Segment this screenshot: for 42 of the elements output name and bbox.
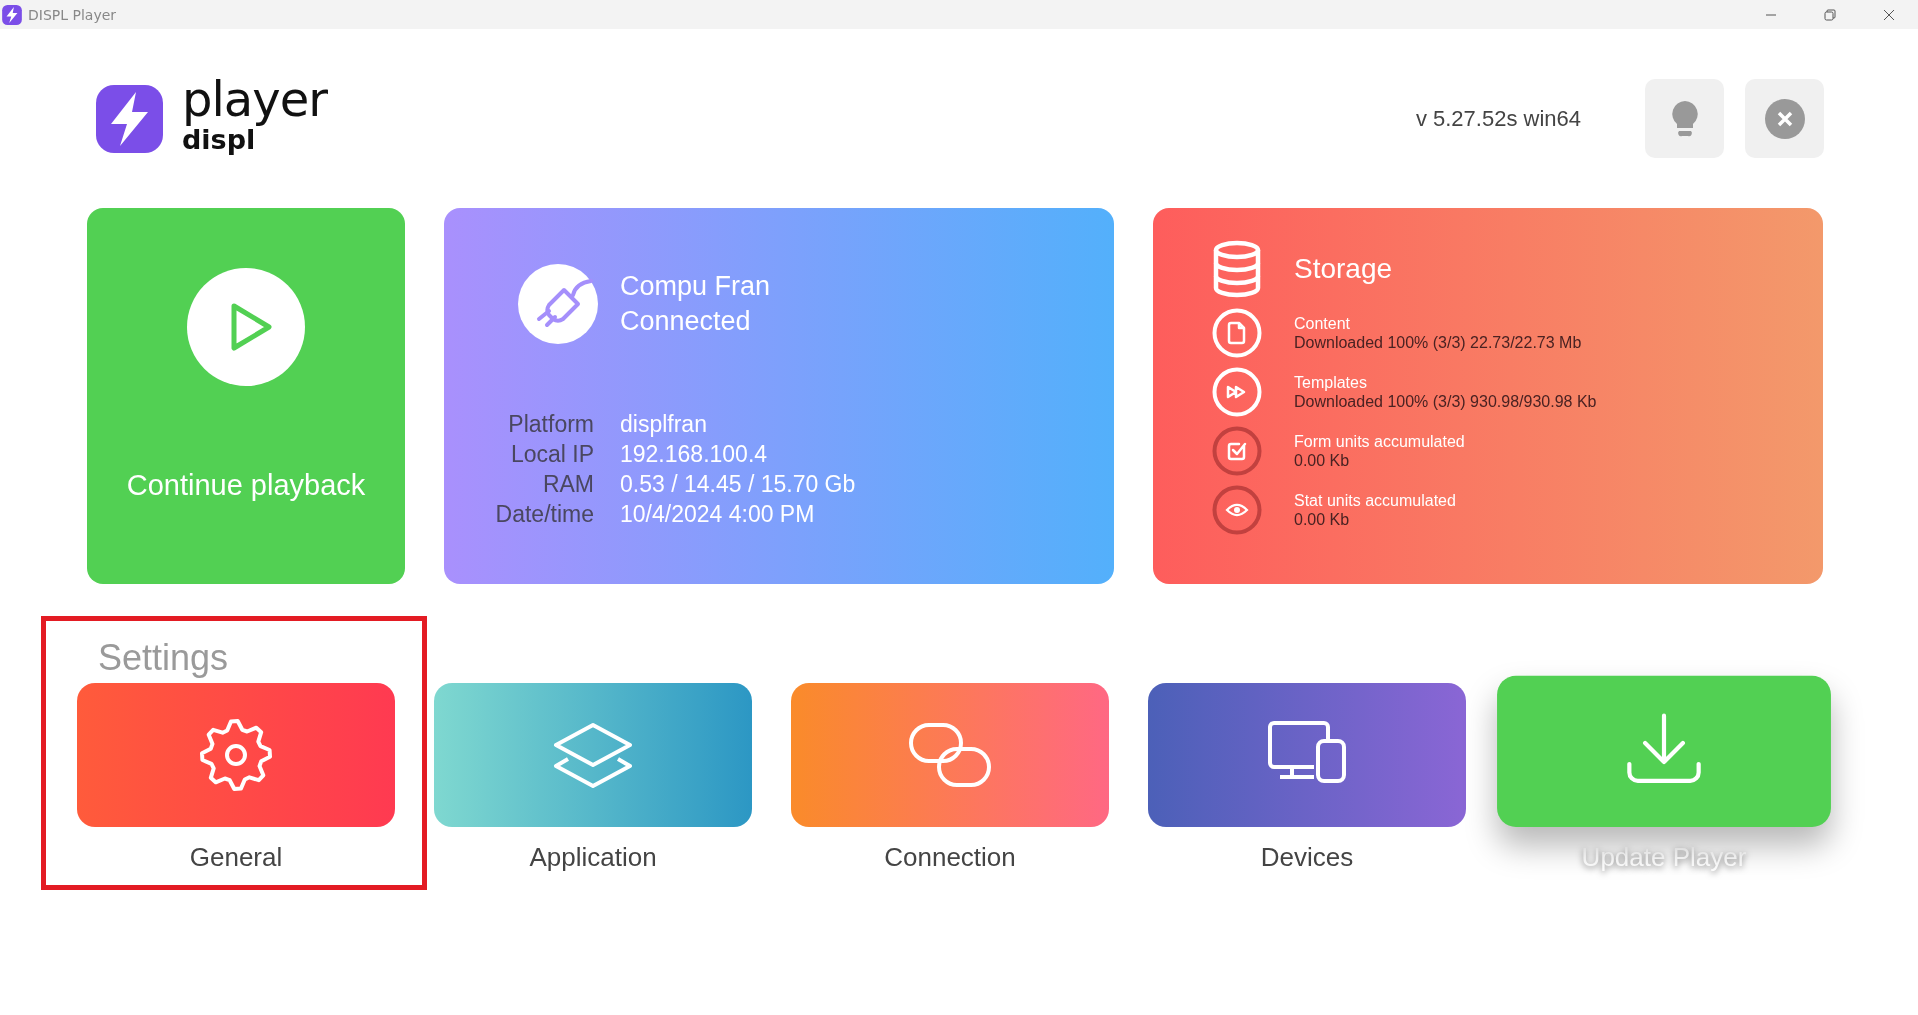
version-label: v 5.27.52s win64 [1415,105,1581,132]
detail-label: Platform [507,410,594,439]
connection-status: Connected [620,305,752,338]
detail-value: 10/4/2024 4:00 PM [620,500,816,529]
storage-item-title: Form units accumulated [1294,432,1465,451]
settings-tile[interactable] [1148,683,1466,827]
detail-label: Local IP [509,440,594,469]
logo-icon [96,84,163,153]
hint-button[interactable] [1645,79,1724,158]
logo-product-name: player [182,72,327,125]
close-icon[interactable] [1882,8,1895,21]
restore-icon[interactable] [1823,8,1836,21]
storage-item-title: Templates [1294,373,1368,392]
detail-label: RAM [541,470,594,499]
database-icon [1212,240,1262,298]
detail-value: 0.53 / 14.45 / 15.70 Gb [620,470,857,499]
settings-tile[interactable] [1497,675,1831,827]
settings-tile[interactable] [791,683,1109,827]
close-icon [1763,97,1806,140]
storage-title: Storage [1294,253,1393,285]
storage-item-title: Stat units accumulated [1294,491,1456,510]
detail-value: displfran [620,410,708,439]
tile-label: Application [529,842,657,873]
detail-label: Date/time [494,500,594,529]
device-name: Compu Fran [620,270,771,303]
tile-label: General [189,842,283,873]
section-title: Settings [98,636,229,680]
detail-value: 192.168.100.4 [620,440,769,469]
storage-item-value: Downloaded 100% (3/3) 22.73/22.73 Mb [1294,333,1582,352]
storage-item-value: 0.00 Kb [1294,510,1351,529]
tile-label: Devices [1260,842,1354,873]
continue-playback-card[interactable]: Continue playback [87,208,405,584]
plug-icon [518,264,598,344]
storage-item-title: Content [1294,314,1352,333]
tile-label: Connection [884,842,1016,873]
settings-tile[interactable] [77,683,395,827]
exit-button[interactable] [1745,79,1824,158]
play-icon [187,268,305,386]
settings-tile[interactable] [434,683,752,827]
storage-item-value: 0.00 Kb [1294,451,1351,470]
window-title: DISPL Player [28,6,117,23]
storage-item-value: Downloaded 100% (3/3) 930.98/930.98 Kb [1294,392,1597,411]
